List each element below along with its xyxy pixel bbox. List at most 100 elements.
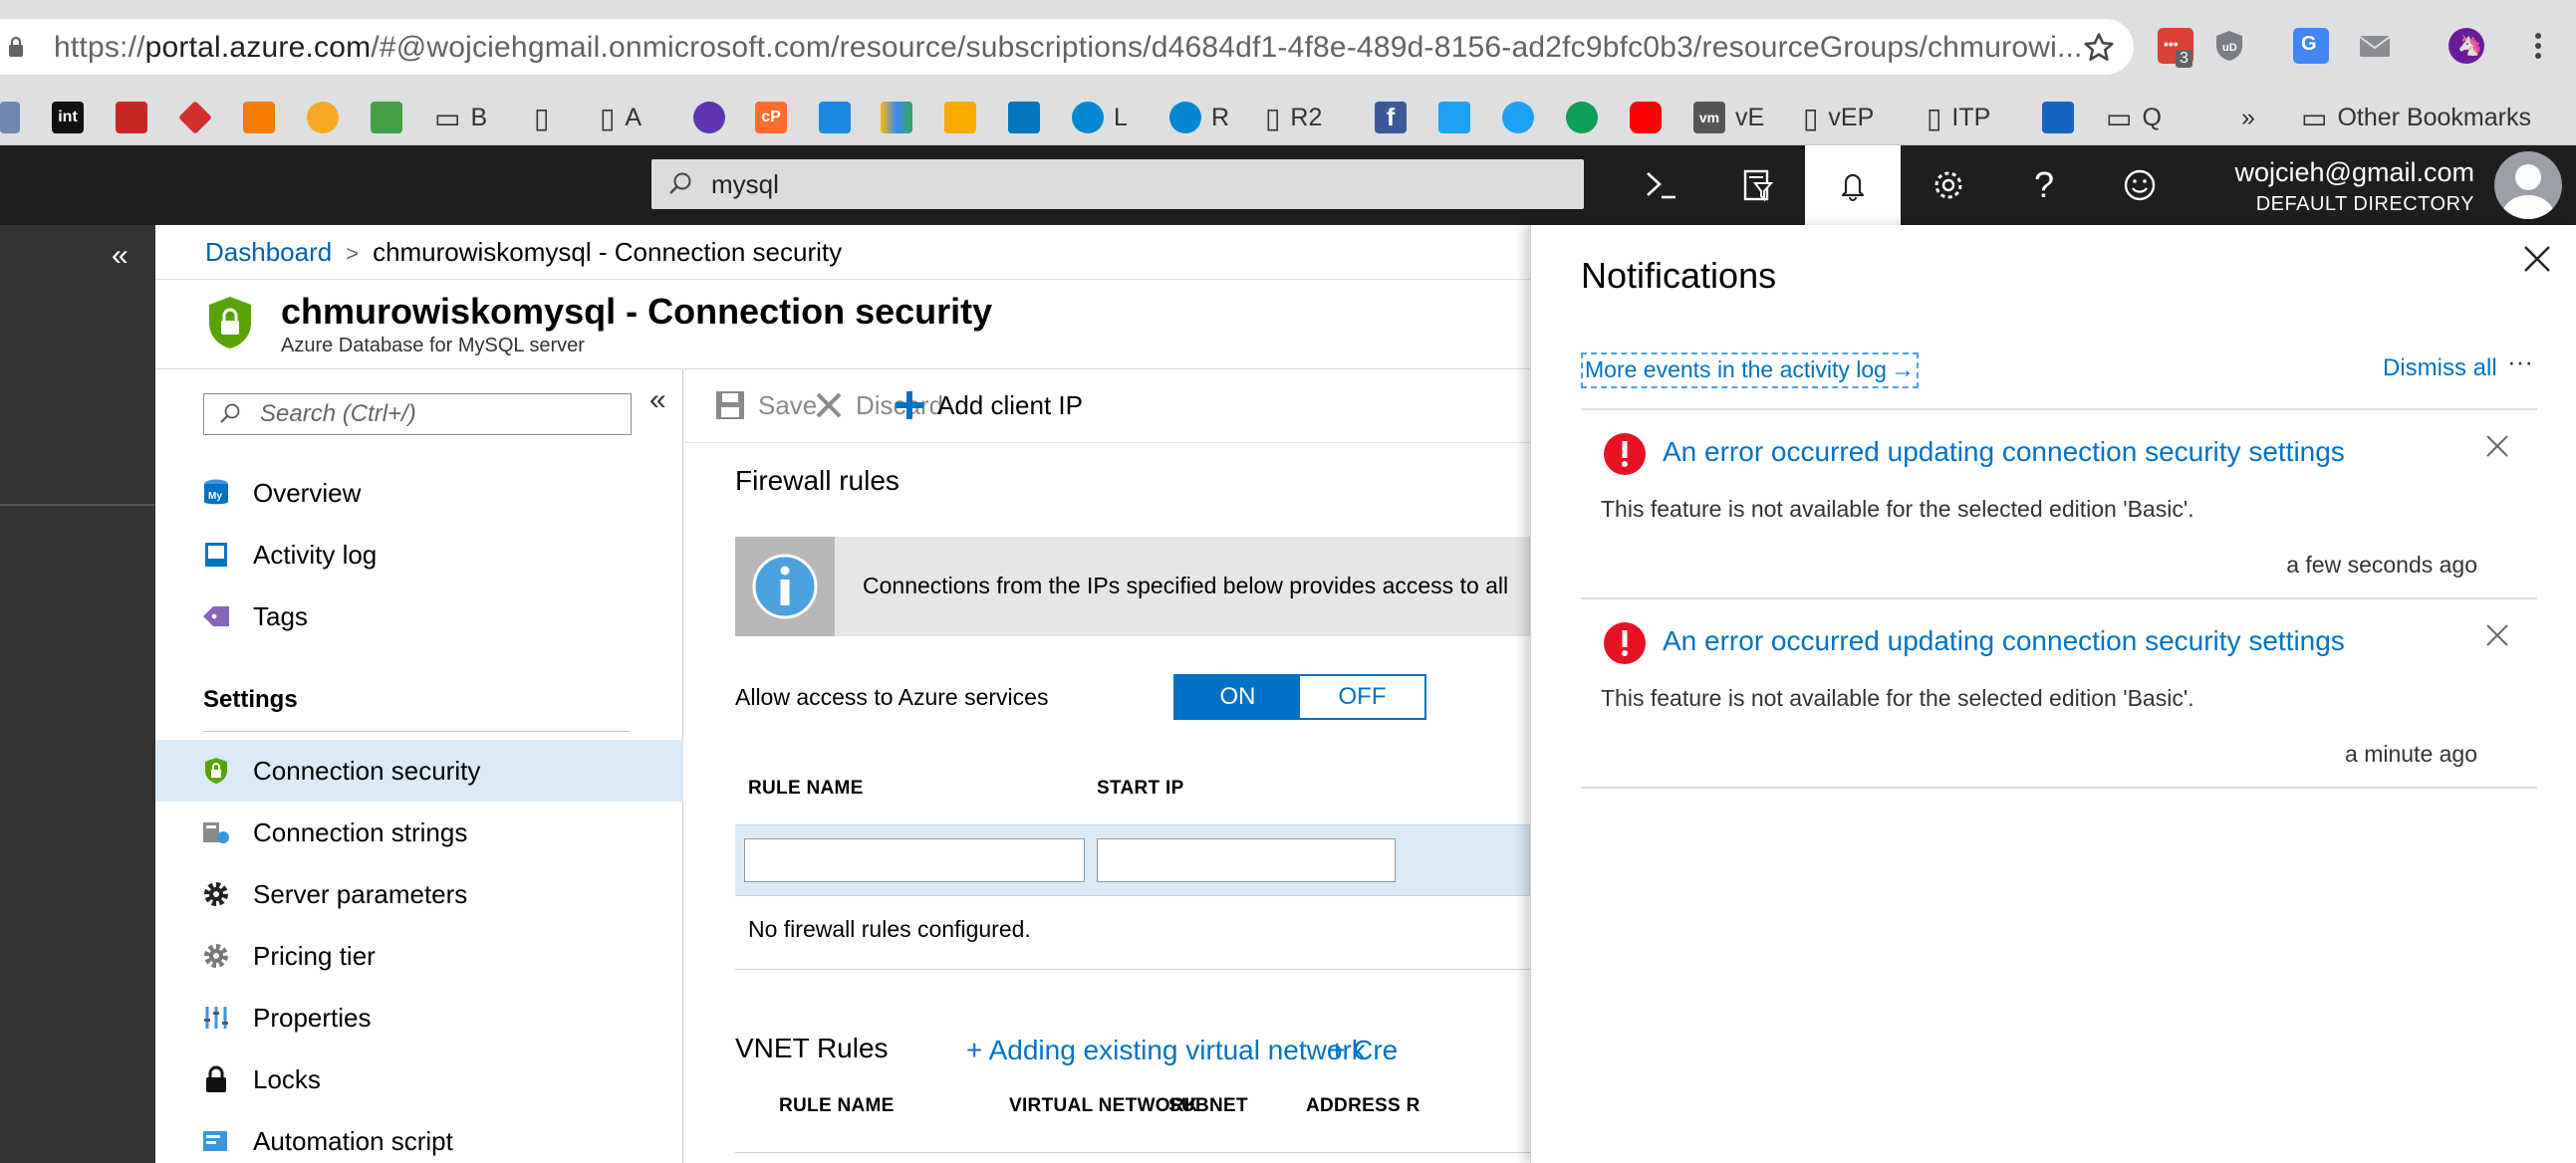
mail-icon[interactable] [2357, 28, 2393, 64]
notification-item[interactable]: An error occurred updating connection se… [1581, 410, 2537, 597]
bookmark-folder-q[interactable]: ▭ Q [2106, 90, 2162, 145]
bookmark-hangouts[interactable] [1566, 90, 1598, 145]
resource-menu: « My Overview Activity log Tags Settings [155, 369, 683, 1163]
bookmark-icon-15[interactable] [1008, 90, 1040, 145]
bookmark-analytics[interactable] [944, 90, 976, 145]
save-button[interactable]: Save [714, 383, 817, 427]
automation-script-icon [201, 1126, 231, 1156]
bookmark-int[interactable]: int [52, 90, 84, 145]
menu-item-properties[interactable]: Properties [155, 987, 683, 1048]
more-options-icon[interactable]: ··· [2507, 347, 2533, 377]
close-icon[interactable] [2483, 432, 2511, 460]
settings-divider [203, 731, 630, 732]
bookmark-icon-6[interactable] [307, 90, 339, 145]
add-client-ip-button[interactable]: Add client IP [894, 383, 1083, 427]
error-icon [1604, 433, 1646, 475]
bookmark-ve[interactable]: vm vE [1693, 90, 1764, 145]
menu-item-activity-log[interactable]: Activity log [155, 524, 683, 585]
bookmark-folder-b[interactable]: ▭ B [434, 90, 487, 145]
menu-search[interactable] [203, 393, 632, 435]
global-search-input[interactable] [711, 165, 1558, 203]
help-icon[interactable]: ? [1996, 145, 2092, 225]
activity-log-icon [201, 540, 231, 570]
bookmark-page-icon[interactable]: ▯ [534, 90, 549, 145]
connection-strings-icon [201, 817, 231, 847]
bookmark-icon-7[interactable] [371, 90, 402, 145]
bookmark-icon-5[interactable] [243, 90, 275, 145]
bookmark-other-folder[interactable]: ▭ Other Bookmarks [2301, 90, 2531, 145]
chrome-menu-icon[interactable] [2520, 28, 2556, 64]
menu-search-input[interactable] [260, 398, 619, 430]
bookmark-icon-q-app[interactable] [2042, 90, 2074, 145]
directory-filter-icon[interactable] [1709, 145, 1805, 225]
vnet-table-divider [735, 1152, 1530, 1153]
bookmark-icon-3[interactable] [116, 90, 147, 145]
notifications-bell-icon[interactable] [1805, 145, 1901, 225]
settings-gear-icon[interactable] [1901, 145, 1996, 225]
account-directory[interactable]: DEFAULT DIRECTORY [2191, 193, 2474, 216]
bookmark-icon-12[interactable] [819, 90, 851, 145]
toggle-off-option[interactable]: OFF [1300, 676, 1424, 718]
menu-item-pricing-tier[interactable]: Pricing tier [155, 925, 683, 987]
sidebar-collapse-icon[interactable]: « [112, 239, 129, 273]
notification-title[interactable]: An error occurred updating connection se… [1663, 436, 2345, 468]
bookmark-a[interactable]: ▯ A [600, 90, 642, 145]
bookmark-google-ads[interactable] [881, 90, 912, 145]
bookmark-twitter-2[interactable] [1502, 90, 1534, 145]
notification-body: This feature is not available for the se… [1601, 496, 2194, 522]
cloud-shell-icon[interactable] [1614, 145, 1709, 225]
address-bar[interactable]: https://portal.azure.com/#@wojciehgmail.… [0, 19, 2134, 75]
notification-title[interactable]: An error occurred updating connection se… [1663, 625, 2345, 657]
close-icon[interactable] [2483, 621, 2511, 649]
menu-item-overview[interactable]: My Overview [155, 462, 683, 524]
menu-item-server-parameters[interactable]: Server parameters [155, 863, 683, 925]
page-title: chmurowiskomysql - Connection security [281, 291, 993, 332]
dismiss-all-button[interactable]: Dismiss all [2383, 354, 2497, 382]
menu-item-connection-security[interactable]: Connection security [155, 740, 683, 802]
ublock-shield-icon[interactable]: uD [2211, 28, 2247, 64]
menu-item-locks[interactable]: Locks [155, 1048, 683, 1110]
bookmark-twitter-1[interactable] [1438, 90, 1470, 145]
close-icon[interactable] [2517, 239, 2557, 279]
profile-unicorn-icon[interactable]: 🦄 [2448, 28, 2484, 64]
global-search[interactable] [651, 159, 1584, 209]
firewall-new-rule-row [735, 824, 1530, 896]
gear-icon [201, 879, 231, 909]
bookmark-star-icon[interactable] [2082, 31, 2116, 65]
activity-log-link[interactable]: More events in the activity log → [1581, 352, 1919, 388]
bookmark-icon-1[interactable] [0, 90, 20, 145]
menu-item-automation-script[interactable]: Automation script [155, 1110, 683, 1163]
vnet-column-subnet: SUBNET [1168, 1095, 1248, 1116]
empty-state-text: No firewall rules configured. [748, 916, 1031, 942]
bookmark-itp[interactable]: ▯ ITP [1927, 90, 1990, 145]
azure-access-toggle[interactable]: ON OFF [1173, 674, 1426, 720]
bookmark-youtube[interactable] [1630, 90, 1662, 145]
create-new-vnet-link[interactable]: + Cre [1329, 1035, 1398, 1066]
toggle-on-option[interactable]: ON [1175, 676, 1300, 718]
bookmark-facebook[interactable]: f [1375, 90, 1407, 145]
bookmark-icon-4[interactable] [178, 90, 212, 145]
google-translate-icon[interactable]: G [2293, 28, 2329, 64]
start-ip-input[interactable] [1097, 838, 1396, 882]
account-email[interactable]: wojcieh@gmail.com [2191, 157, 2474, 188]
notification-item[interactable]: An error occurred updating connection se… [1581, 599, 2537, 787]
bookmark-icon-10[interactable] [693, 90, 725, 145]
arrow-right-icon: → [1890, 356, 1915, 383]
bookmark-r2[interactable]: ▯ R2 [1265, 90, 1322, 145]
menu-collapse-icon[interactable]: « [649, 383, 666, 417]
notifications-panel: Notifications More events in the activit… [1530, 225, 2576, 1163]
tag-icon [201, 601, 231, 631]
bookmark-cpanel[interactable]: cP [755, 90, 787, 145]
feedback-smiley-icon[interactable] [2092, 145, 2188, 225]
bookmark-vep[interactable]: ▯ vEP [1803, 90, 1874, 145]
rule-name-input[interactable] [744, 838, 1085, 882]
avatar[interactable] [2494, 151, 2562, 219]
todoist-extension-icon[interactable]: ••• 3 [2158, 28, 2193, 68]
menu-item-connection-strings[interactable]: Connection strings [155, 802, 683, 863]
menu-item-tags[interactable]: Tags [155, 585, 683, 647]
bookmark-r[interactable]: R [1169, 90, 1229, 145]
bookmark-l[interactable]: L [1072, 90, 1128, 145]
add-existing-vnet-link[interactable]: + Adding existing virtual network [966, 1035, 1366, 1066]
breadcrumb-dashboard-link[interactable]: Dashboard [205, 237, 332, 267]
bookmarks-overflow-chevron[interactable]: » [2241, 90, 2255, 145]
